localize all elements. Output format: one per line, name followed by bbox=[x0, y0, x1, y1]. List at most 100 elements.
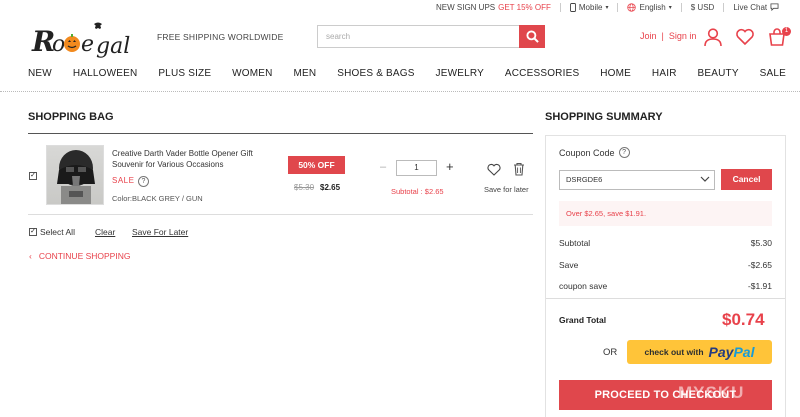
summary-row-value: $5.30 bbox=[750, 238, 772, 248]
summary-row-label: Subtotal bbox=[559, 238, 591, 248]
svg-text:o: o bbox=[52, 32, 65, 57]
divider bbox=[723, 2, 725, 12]
divider bbox=[617, 2, 619, 12]
main-nav: NEW HALLOWEEN PLUS SIZE WOMEN MEN SHOES … bbox=[28, 68, 786, 79]
shipping-tagline: FREE SHIPPING WORLDWIDE bbox=[157, 32, 284, 42]
nav-item-accessories[interactable]: ACCESSORIES bbox=[505, 68, 579, 79]
paypal-logo-pay: Pay bbox=[708, 344, 734, 360]
grand-total-label: Grand Total bbox=[559, 315, 607, 325]
nav-item-new[interactable]: NEW bbox=[28, 68, 52, 79]
coupon-label-text: Coupon Code bbox=[559, 147, 615, 158]
nav-item-men[interactable]: MEN bbox=[293, 68, 316, 79]
select-all-checkbox[interactable]: ✓ bbox=[29, 228, 37, 236]
mobile-label: Mobile bbox=[578, 2, 603, 12]
nav-item-beauty[interactable]: BEAUTY bbox=[698, 68, 739, 79]
chevron-down-icon bbox=[700, 176, 710, 182]
discount-badge: 50% OFF bbox=[288, 156, 345, 174]
globe-icon bbox=[627, 2, 637, 12]
summary-title: SHOPPING SUMMARY bbox=[545, 111, 663, 123]
product-image[interactable] bbox=[46, 145, 104, 205]
grand-total-value: $0.74 bbox=[722, 310, 765, 329]
item-subtotal: Subtotal : $2.65 bbox=[391, 187, 444, 196]
language-select[interactable]: English ▾ bbox=[627, 2, 672, 12]
join-link[interactable]: Join bbox=[640, 31, 657, 41]
chevron-left-icon: ‹ bbox=[29, 251, 32, 261]
summary-row-save: Save -$2.65 bbox=[559, 260, 772, 270]
nav-item-sale[interactable]: SALE bbox=[760, 68, 786, 79]
item-checkbox[interactable]: ✓ bbox=[29, 172, 37, 180]
currency-label: $ USD bbox=[690, 2, 715, 12]
new-price: $2.65 bbox=[320, 183, 341, 192]
signup-text: NEW SIGN UPS bbox=[436, 2, 496, 12]
account-links: Join | Sign in bbox=[640, 31, 696, 41]
mobile-link[interactable]: Mobile ▾ bbox=[569, 2, 609, 12]
save-for-later-link[interactable]: Save For Later bbox=[132, 227, 188, 237]
save-for-later-label[interactable]: Save for later bbox=[484, 185, 529, 194]
heart-icon[interactable] bbox=[735, 27, 755, 47]
cart-count-badge: 1 bbox=[782, 27, 791, 36]
old-price: $5.30 bbox=[294, 183, 315, 192]
coupon-code-label: Coupon Code ? bbox=[559, 147, 630, 158]
bag-title-rule bbox=[28, 133, 533, 134]
live-chat-link[interactable]: Live Chat bbox=[733, 3, 779, 12]
help-icon[interactable]: ? bbox=[138, 176, 149, 187]
trash-icon[interactable] bbox=[513, 162, 525, 176]
paypal-logo-pal: Pal bbox=[733, 344, 755, 360]
signup-offer: GET 15% OFF bbox=[498, 2, 551, 12]
continue-shopping-link[interactable]: ‹ CONTINUE SHOPPING bbox=[29, 251, 130, 261]
nav-item-hair[interactable]: HAIR bbox=[652, 68, 677, 79]
coupon-notice: Over $2.65, save $1.91. bbox=[559, 201, 772, 226]
help-icon[interactable]: ? bbox=[618, 147, 630, 158]
coupon-select[interactable]: DSRGDE6 bbox=[559, 170, 715, 190]
user-icon[interactable] bbox=[703, 27, 723, 47]
live-chat-label: Live Chat bbox=[733, 2, 768, 12]
nav-item-shoes-bags[interactable]: SHOES & BAGS bbox=[337, 68, 414, 79]
header-divider bbox=[0, 91, 800, 92]
nav-item-halloween[interactable]: HALLOWEEN bbox=[73, 68, 138, 79]
signup-promo[interactable]: NEW SIGN UPS GET 15% OFF bbox=[436, 3, 551, 12]
search-input[interactable]: search bbox=[317, 25, 519, 48]
summary-row-label: coupon save bbox=[559, 281, 608, 291]
nav-item-women[interactable]: WOMEN bbox=[232, 68, 272, 79]
quantity-input[interactable]: 1 bbox=[396, 160, 437, 176]
summary-divider bbox=[546, 298, 785, 299]
sale-tag: SALE bbox=[112, 176, 135, 185]
divider: | bbox=[661, 31, 664, 41]
nav-item-plus-size[interactable]: PLUS SIZE bbox=[158, 68, 211, 79]
quantity-increase-button[interactable]: + bbox=[446, 159, 454, 174]
item-divider bbox=[28, 214, 533, 215]
wishlist-heart-icon[interactable] bbox=[487, 163, 501, 176]
svg-text:gal: gal bbox=[96, 34, 130, 59]
divider bbox=[680, 2, 682, 12]
quantity-decrease-button[interactable]: – bbox=[380, 161, 386, 173]
select-all-label[interactable]: Select All bbox=[40, 227, 75, 237]
search-button[interactable] bbox=[519, 25, 545, 48]
summary-row-label: Save bbox=[559, 260, 579, 270]
chat-icon bbox=[770, 3, 779, 11]
continue-shopping-label: CONTINUE SHOPPING bbox=[38, 251, 131, 261]
currency-select[interactable]: $ USD bbox=[691, 3, 715, 12]
nav-item-home[interactable]: HOME bbox=[600, 68, 631, 79]
product-color: Color:BLACK GREY / GUN bbox=[112, 194, 203, 203]
svg-text:e: e bbox=[81, 32, 94, 57]
product-name[interactable]: Creative Darth Vader Bottle Opener Gift … bbox=[112, 148, 272, 170]
nav-item-jewelry[interactable]: JEWELRY bbox=[436, 68, 484, 79]
chevron-down-icon: ▾ bbox=[668, 4, 672, 11]
cancel-coupon-button[interactable]: Cancel bbox=[721, 169, 772, 190]
rosegal-logo[interactable]: R o e gal bbox=[30, 18, 148, 62]
paypal-prefix: check out with bbox=[644, 347, 704, 357]
summary-row-coupon-save: coupon save -$1.91 bbox=[559, 281, 772, 291]
summary-row-value: -$1.91 bbox=[747, 281, 772, 291]
clear-link[interactable]: Clear bbox=[95, 227, 115, 237]
chevron-down-icon: ▾ bbox=[605, 4, 609, 11]
summary-row-value: -$2.65 bbox=[747, 260, 772, 270]
paypal-checkout-button[interactable]: check out with Pay Pal bbox=[627, 340, 772, 364]
watermark: MYSKU bbox=[678, 383, 745, 402]
or-label: OR bbox=[603, 347, 618, 358]
language-label: English bbox=[639, 2, 666, 12]
darth-vader-opener-image bbox=[57, 150, 95, 204]
sign-in-link[interactable]: Sign in bbox=[669, 31, 697, 41]
bag-title: SHOPPING BAG bbox=[28, 111, 114, 123]
summary-row-subtotal: Subtotal $5.30 bbox=[559, 238, 772, 248]
mobile-icon bbox=[569, 2, 576, 12]
